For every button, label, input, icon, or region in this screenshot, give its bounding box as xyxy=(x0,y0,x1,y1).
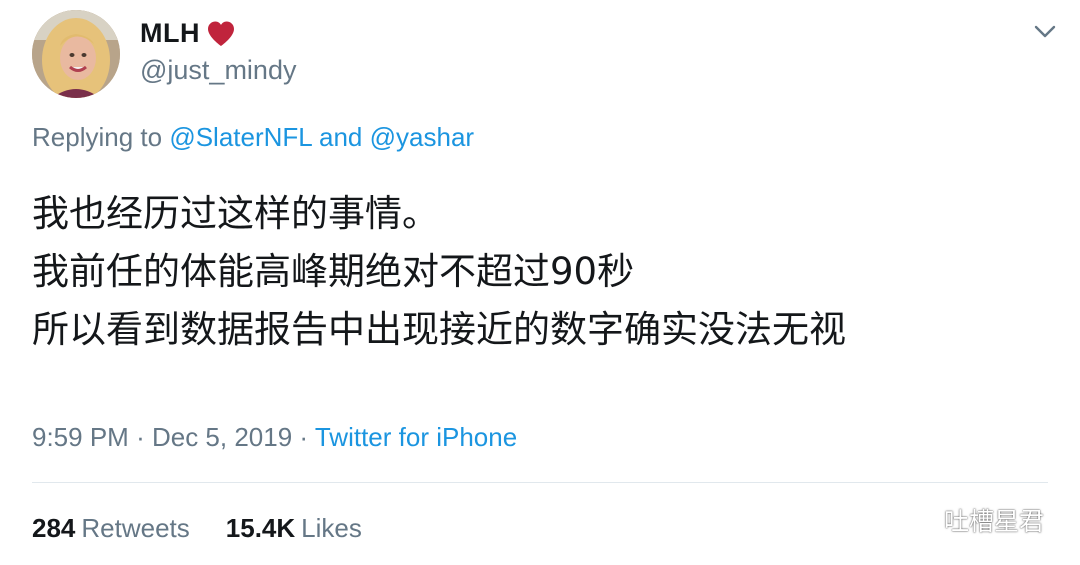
tweet-source-link[interactable]: Twitter for iPhone xyxy=(315,422,517,452)
tweet-stats: 284 Retweets 15.4K Likes xyxy=(32,513,362,544)
likes-count: 15.4K xyxy=(225,513,296,543)
author-name-row[interactable]: MLH xyxy=(140,18,236,49)
tweet-time[interactable]: 9:59 PM xyxy=(32,422,129,452)
tweet-card: MLH @just_mindy Replying to @SlaterNFL a… xyxy=(0,0,1080,565)
avatar[interactable] xyxy=(32,10,120,98)
display-name[interactable]: MLH xyxy=(140,18,200,49)
tweet-date[interactable]: Dec 5, 2019 xyxy=(152,422,292,452)
meta-separator: · xyxy=(136,422,145,452)
reply-context: Replying to @SlaterNFL and @yashar xyxy=(32,122,474,153)
author-handle[interactable]: @just_mindy xyxy=(140,55,296,86)
likes-label: Likes xyxy=(301,513,362,543)
retweets-label: Retweets xyxy=(81,513,190,543)
tweet-text-line: 我也经历过这样的事情。 xyxy=(32,192,439,235)
retweets-stat[interactable]: 284 Retweets xyxy=(32,513,190,544)
likes-stat[interactable]: 15.4K Likes xyxy=(226,513,362,544)
mention-link-yashar[interactable]: @yashar xyxy=(370,122,474,152)
tweet-meta: 9:59 PM · Dec 5, 2019 · Twitter for iPho… xyxy=(32,422,517,453)
tweet-text-line: 所以看到数据报告中出现接近的数字确实没法无视 xyxy=(32,308,846,351)
watermark: 吐槽星君 xyxy=(898,502,1044,538)
tweet-text-line: 我前任的体能高峰期绝对不超过90秒 xyxy=(32,250,635,293)
meta-separator: · xyxy=(299,422,309,452)
watermark-text: 吐槽星君 xyxy=(943,507,1044,536)
heart-icon xyxy=(207,21,234,46)
avatar-image xyxy=(32,10,120,98)
wechat-icon xyxy=(899,505,937,534)
divider xyxy=(32,482,1048,483)
mention-link-slaternfl[interactable]: @SlaterNFL xyxy=(169,122,311,152)
reply-prefix: Replying to xyxy=(32,122,163,152)
reply-conjunction[interactable]: and xyxy=(319,122,362,152)
chevron-down-icon[interactable] xyxy=(1032,18,1058,44)
retweets-count: 284 xyxy=(32,513,76,543)
tweet-text: 我也经历过这样的事情。 我前任的体能高峰期绝对不超过90秒 所以看到数据报告中出… xyxy=(32,185,1042,359)
